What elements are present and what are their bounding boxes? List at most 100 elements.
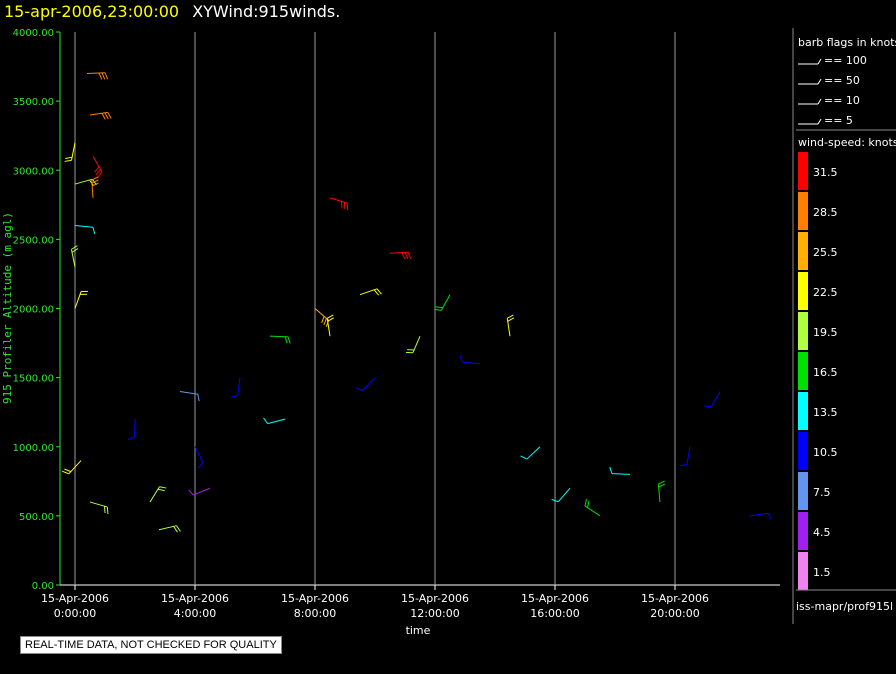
y-tick-label: 3000.00 [13,166,54,177]
barb-flag [188,489,194,496]
wind-barb [584,499,601,517]
y-tick-label: 0.00 [32,581,54,592]
speed-legend-swatch [798,312,808,350]
speed-legend-label: 4.5 [813,526,831,539]
speed-legend-label: 13.5 [813,406,838,419]
wind-barb [179,390,200,402]
speed-legend-label: 10.5 [813,446,838,459]
barb-staff [237,377,241,396]
barb-flag [507,317,515,322]
speed-legend-swatch [798,512,808,550]
barb-legend-label: == 10 [824,94,860,107]
barb-staff [611,473,631,475]
barb-flag [104,112,109,120]
barb-flag [173,526,178,533]
wind-barb [127,419,136,440]
barb-staff [362,377,376,391]
wind-barb [263,417,286,425]
barb-legend-label: == 5 [824,114,853,127]
barb-staff [193,487,211,496]
barb-flag [157,488,165,492]
barb-legend-label: == 50 [824,74,860,87]
barb-flag [404,252,409,259]
barb-flag [176,525,181,532]
barb-flag [658,483,666,488]
wind-barb [74,225,96,235]
wind-barb [269,335,291,344]
barb-staff [749,512,768,517]
wind-barb [506,314,515,337]
barb-flag [107,112,112,119]
wind-barb [92,156,103,178]
wind-barbs [62,72,772,533]
speed-legend-swatch [798,152,808,190]
wind-barb [230,377,241,398]
speed-legend-swatch [798,552,808,590]
barb-flag [323,318,327,326]
barb-flag [326,314,334,319]
speed-legend-label: 31.5 [813,166,838,179]
barb-flag [435,306,443,309]
y-ticks: 0.00 500.00 1000.00 1500.00 2000.00 2500.00 30… [13,28,60,592]
barb-flag [679,463,688,467]
wind-barb [657,480,666,503]
speed-legend-swatch [798,192,808,230]
x-tick-date: 15-Apr-2006 [41,592,109,605]
barb-flag [287,336,291,344]
x-tick-date: 15-Apr-2006 [641,592,709,605]
wind-barb [314,308,330,327]
wind-barb [459,355,481,365]
barb-flag [104,72,109,80]
y-tick-label: 1500.00 [13,374,54,385]
barb-staff [462,361,481,365]
barb-staff [267,418,286,425]
wind-barb [609,466,631,475]
barb-legend: == 100 == 50 == 10 == 5 [798,54,867,127]
x-tick-time: 12:00:00 [410,607,459,620]
barb-flag [355,387,363,391]
x-tick-time: 16:00:00 [530,607,579,620]
legend: barb flags in knots == 100 == 50 == 10 == 5… [792,28,896,624]
wind-barb [194,446,204,469]
barb-legend-flag [817,98,822,105]
barb-flag [609,466,613,474]
y-tick-label: 2500.00 [13,235,54,246]
barb-flag [62,470,70,475]
x-tick-time: 20:00:00 [650,607,699,620]
wind-barb [551,487,571,503]
speed-legend-label: 25.5 [813,246,838,259]
grid-lines [74,32,676,585]
barb-flag [101,72,106,80]
barb-flag [92,227,96,235]
barb-staff [74,225,93,228]
barb-flag [197,394,200,402]
x-axis-label: time [406,624,431,637]
barb-flag [506,314,514,319]
barb-flag [106,506,109,514]
x-ticks: 15-Apr-2006 0:00:00 15-Apr-2006 4:00:00 15-A… [41,585,709,620]
wind-barb [704,391,721,408]
barb-flag [584,499,587,507]
barb-flag [64,468,72,473]
wind-barb [434,294,451,311]
barb-flag [65,156,73,159]
barb-flag [407,252,412,259]
wind-barb [355,377,376,391]
wind-barb [158,525,181,533]
barb-flag [658,480,665,485]
barb-staff [194,446,204,463]
y-tick-label: 3500.00 [13,97,54,108]
barb-flag [263,417,268,424]
wind-barb [405,335,421,354]
speed-legend-title: wind-speed: knots [798,136,896,149]
wind-barb [89,501,109,514]
speed-legend-swatch [798,272,808,310]
barb-legend-flag [817,118,822,125]
barb-flag [91,176,99,181]
speed-legend-swatch [798,392,808,430]
y-tick-label: 2000.00 [13,305,54,316]
speed-legend: 31.5 28.5 25.5 22.5 19.5 16.5 13.5 10.5 7.5 4.5 1.… [798,152,838,590]
barb-staff [557,487,571,503]
wind-barb [679,446,691,467]
speed-legend-swatch [798,352,808,390]
